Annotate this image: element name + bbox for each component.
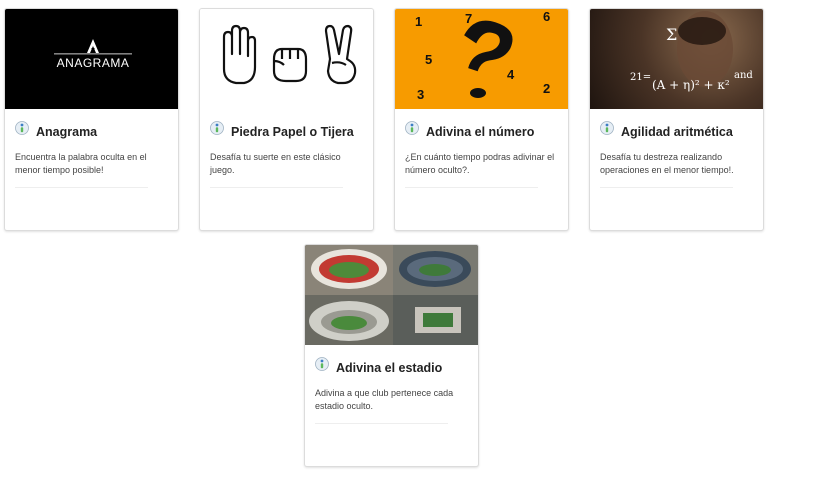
card-title[interactable]: Anagrama [36,125,97,139]
info-icon [405,121,419,135]
card-divider [315,423,448,424]
game-card-adivina-estadio[interactable]: Adivina el estadio Adivina a que club pe… [304,244,479,467]
agilidad-aritmetica-image: Σ 21= (A + η)² + κ² and [590,9,763,109]
card-header: Adivina el estadio [315,357,472,379]
info-icon [210,121,224,135]
info-icon [15,121,29,135]
hand-paper-icon [222,24,257,85]
image-formula: (A + η)² + κ² [652,78,730,92]
card-divider [210,187,343,188]
game-card-anagrama[interactable]: ANAGRAMA Anagrama Encuentra la palabra o… [4,8,179,231]
hand-scissors-icon [324,24,357,85]
game-card-piedra-papel-tijera[interactable]: Piedra Papel o Tijera Desafía tu suerte … [199,8,374,231]
card-title[interactable]: Piedra Papel o Tijera [231,125,354,139]
card-title[interactable]: Agilidad aritmética [621,125,733,139]
anagrama-image-text: ANAGRAMA [56,56,130,70]
info-icon [600,121,614,135]
adivina-estadio-image [305,245,478,345]
image-formula: Σ [666,25,678,44]
image-formula: and [734,70,753,81]
hand-rock-icon [272,47,308,83]
card-header: Anagrama [15,121,172,143]
card-description: Desafía tu destreza realizando operacion… [600,152,734,175]
anagrama-logo-icon: ANAGRAMA [48,37,138,77]
anagrama-image: ANAGRAMA [5,9,178,109]
card-title[interactable]: Adivina el estadio [336,361,442,375]
card-description: Encuentra la palabra oculta en el menor … [15,152,147,175]
info-icon [315,357,329,371]
question-mark-icon [464,20,513,98]
card-header: Adivina el número [405,121,562,143]
card-description: Adivina a que club pertenece cada estadi… [315,388,454,411]
card-title[interactable]: Adivina el número [426,125,534,139]
card-divider [600,187,733,188]
adivina-numero-image: 1 7 6 5 4 3 2 [395,9,568,109]
image-formula: 21= [630,72,652,83]
game-card-agilidad-aritmetica[interactable]: Σ 21= (A + η)² + κ² and Agilidad aritmét… [589,8,764,231]
card-description: Desafía tu suerte en este clásico juego. [210,152,341,175]
card-description: ¿En cuánto tiempo podras adivinar el núm… [405,152,555,175]
piedra-papel-tijera-image [200,9,373,109]
card-header: Piedra Papel o Tijera [210,121,367,143]
card-divider [15,187,148,188]
card-divider [405,187,538,188]
game-card-adivina-numero[interactable]: 1 7 6 5 4 3 2 Adivina el número ¿En cuán… [394,8,569,231]
card-header: Agilidad aritmética [600,121,757,143]
